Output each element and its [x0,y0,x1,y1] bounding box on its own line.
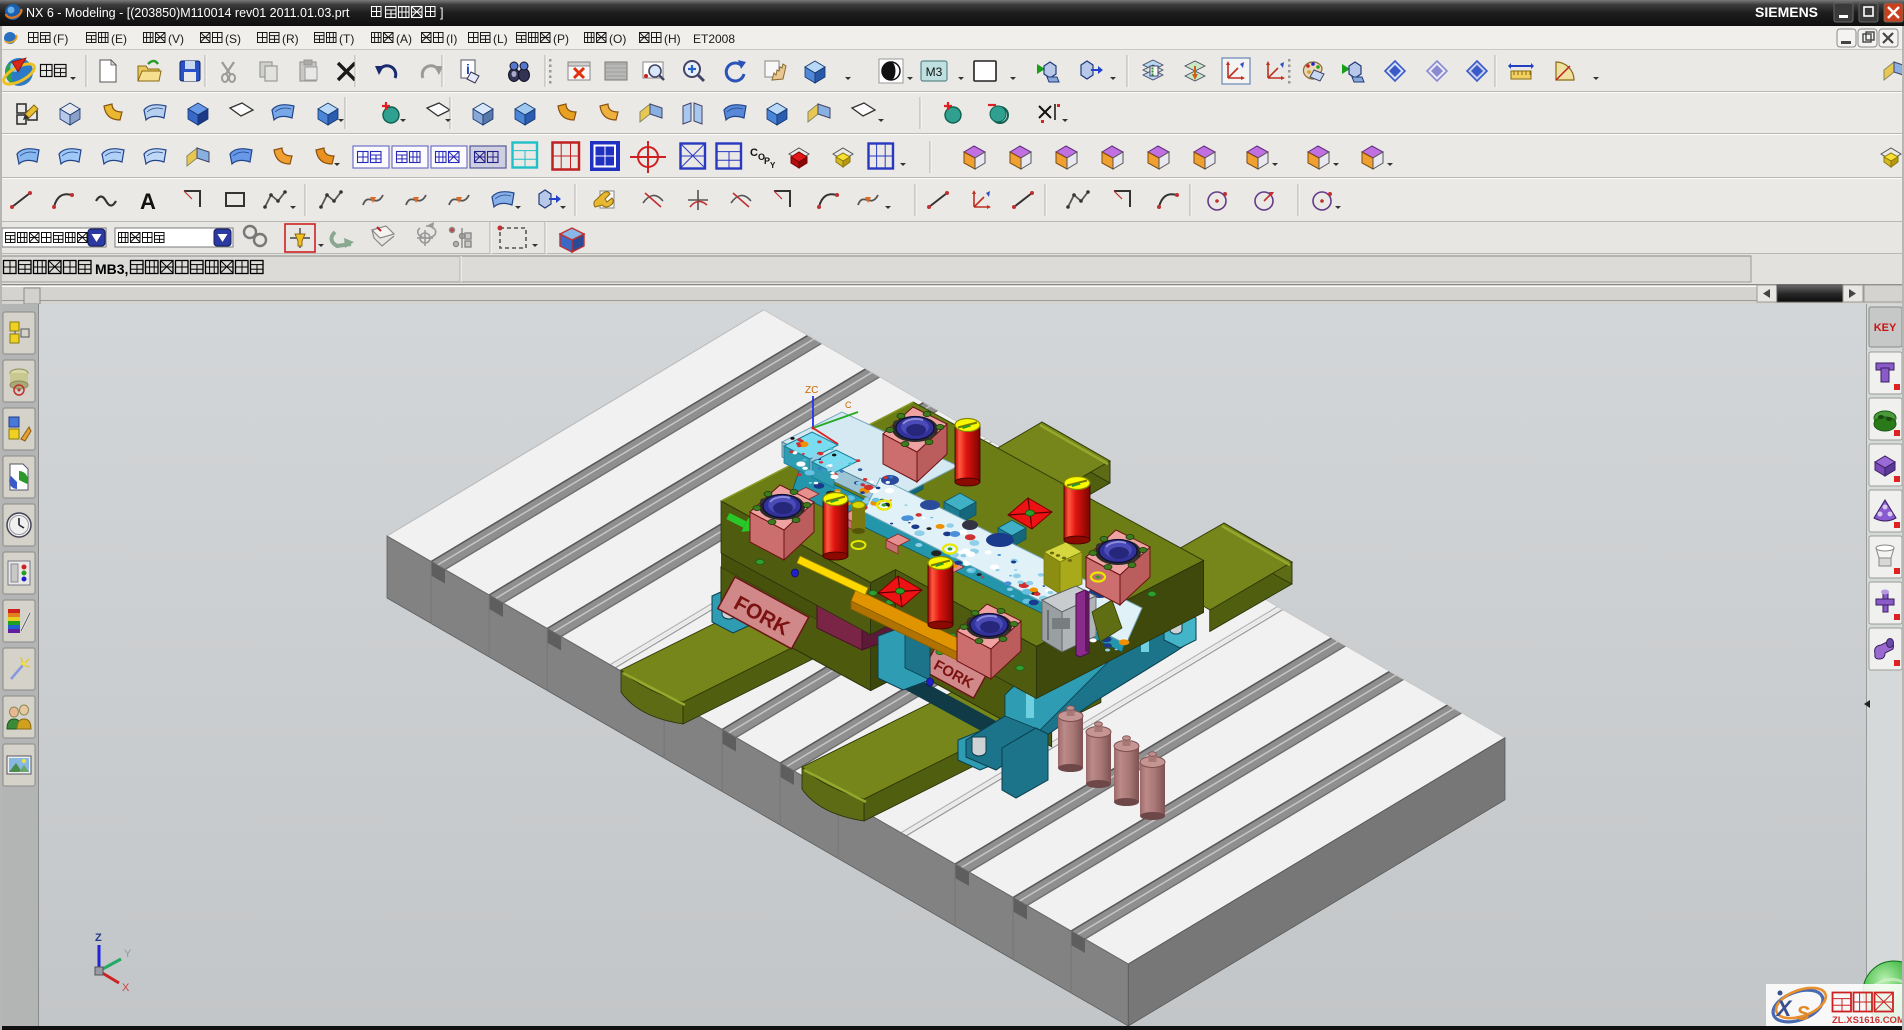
svg-text:MB3,: MB3, [95,261,128,277]
svg-text:(F): (F) [53,32,68,46]
svg-text:X: X [122,982,130,994]
svg-text:(I): (I) [446,32,457,46]
svg-text:Y: Y [770,161,776,170]
svg-text:]: ] [440,6,443,20]
svg-text:(A): (A) [396,32,412,46]
svg-text:M3: M3 [926,65,943,79]
svg-text:(H): (H) [664,32,681,46]
svg-text:X: X [1775,996,1793,1021]
svg-text:C: C [750,147,758,159]
svg-text:ET2008: ET2008 [693,32,735,46]
svg-text:Z: Z [95,932,102,944]
svg-text:S: S [1796,1003,1810,1025]
svg-text:(S): (S) [225,32,241,46]
svg-text:C: C [845,400,852,410]
svg-text:(V): (V) [168,32,184,46]
svg-text:(P): (P) [553,32,569,46]
svg-text:SIEMENS: SIEMENS [1755,4,1818,20]
svg-text:ZL.XS1616.COM: ZL.XS1616.COM [1832,1015,1904,1026]
svg-text:(E): (E) [111,32,127,46]
svg-text:(L): (L) [493,32,508,46]
svg-text:A: A [140,189,156,214]
svg-text:NX 6 - Modeling - [(203850)M11: NX 6 - Modeling - [(203850)M110014 rev01… [26,6,350,20]
svg-text:(T): (T) [339,32,354,46]
svg-text:(R): (R) [282,32,299,46]
svg-text:ZC: ZC [805,385,818,396]
svg-text:(O): (O) [609,32,626,46]
svg-text:KEY: KEY [1874,322,1897,334]
svg-text:Y: Y [124,948,132,960]
